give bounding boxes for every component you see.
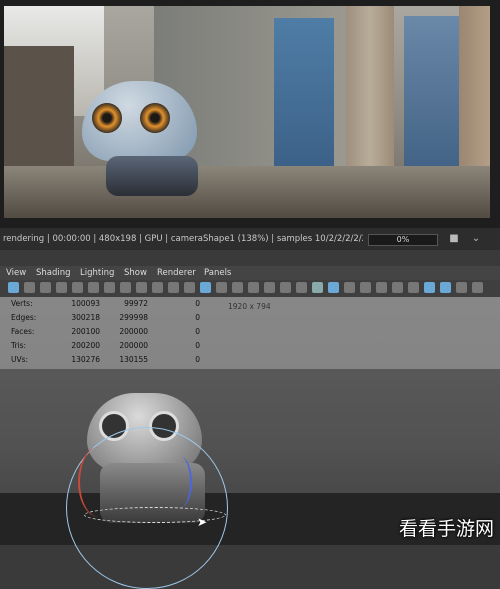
menu-lighting[interactable]: Lighting — [80, 266, 114, 280]
rendered-image — [4, 6, 490, 218]
image-plane-icon[interactable] — [56, 282, 67, 293]
default-material-icon[interactable] — [248, 282, 259, 293]
menu-view[interactable]: View — [6, 266, 26, 280]
hud-value: 130155 — [119, 355, 148, 364]
textures-icon[interactable] — [264, 282, 275, 293]
sphere-icon[interactable] — [344, 282, 355, 293]
render-view — [0, 0, 500, 228]
ambient-occlusion-icon[interactable] — [376, 282, 387, 293]
render-progress-label: 0% — [396, 235, 410, 244]
select-camera-icon[interactable] — [8, 282, 19, 293]
cube-shaded-icon[interactable] — [328, 282, 339, 293]
menu-shading[interactable]: Shading — [36, 266, 71, 280]
xray-joints-icon[interactable] — [440, 282, 451, 293]
robot-body — [106, 156, 198, 196]
resolution-gate-icon[interactable] — [136, 282, 147, 293]
hud-label: Tris: — [11, 341, 27, 350]
menu-renderer[interactable]: Renderer — [157, 266, 196, 280]
safe-title-icon[interactable] — [200, 282, 211, 293]
gate-mask-icon[interactable] — [152, 282, 163, 293]
hud-value: 0 — [195, 299, 200, 308]
hud-value: 299998 — [119, 313, 148, 322]
hud-label: Edges: — [11, 313, 37, 322]
rotate-z-axis-handle[interactable] — [170, 457, 192, 507]
hud-label: Verts: — [11, 299, 33, 308]
safe-action-icon[interactable] — [184, 282, 195, 293]
3d-viewport[interactable]: Verts: 100093 99972 0 Edges: 300218 2999… — [0, 297, 500, 589]
watermark-text: 看看手游网 — [398, 518, 494, 540]
hud-value: 200200 — [71, 341, 100, 350]
xray-icon[interactable] — [360, 282, 371, 293]
hud-value: 0 — [195, 355, 200, 364]
viewport-toolbar — [0, 280, 500, 298]
isolate-select-icon[interactable] — [424, 282, 435, 293]
grid-icon[interactable] — [104, 282, 115, 293]
menu-show[interactable]: Show — [124, 266, 147, 280]
hud-value: 100093 — [71, 299, 100, 308]
resolution-gate-label: 1920 x 794 — [228, 302, 271, 311]
menu-panels[interactable]: Panels — [204, 266, 231, 280]
antialiasing-icon[interactable] — [392, 282, 403, 293]
hud-value: 0 — [195, 341, 200, 350]
lights-icon[interactable] — [280, 282, 291, 293]
hud-value: 300218 — [71, 313, 100, 322]
hud-label: Faces: — [11, 327, 35, 336]
camera-attributes-icon[interactable] — [24, 282, 35, 293]
hud-label: UVs: — [11, 355, 29, 364]
hud-value: 200000 — [119, 341, 148, 350]
overflow-icon[interactable] — [472, 282, 483, 293]
wireframe-icon[interactable] — [216, 282, 227, 293]
smooth-shade-icon[interactable] — [232, 282, 243, 293]
mouse-cursor-icon: ➤ — [197, 515, 208, 529]
rotate-x-axis-handle[interactable] — [78, 447, 120, 517]
poly-count-hud: Verts: 100093 99972 0 Edges: 300218 2999… — [0, 297, 500, 369]
render-progress-bar: 0% — [368, 234, 438, 246]
camera-icon[interactable]: ■ — [448, 233, 460, 245]
shadows-icon[interactable] — [296, 282, 307, 293]
chevron-down-icon[interactable]: ⌄ — [470, 233, 482, 245]
bookmarks-icon[interactable] — [40, 282, 51, 293]
2d-pan-zoom-icon[interactable] — [72, 282, 83, 293]
hud-icon[interactable] — [456, 282, 467, 293]
film-gate-icon[interactable] — [120, 282, 131, 293]
render-status-text: rendering | 00:00:00 | 480x198 | GPU | c… — [3, 234, 363, 244]
grease-pencil-icon[interactable] — [88, 282, 99, 293]
hud-value: 0 — [195, 313, 200, 322]
hud-value: 130276 — [71, 355, 100, 364]
hud-value: 0 — [195, 327, 200, 336]
viewport-menubar: View Shading Lighting Show Renderer Pane… — [0, 266, 500, 280]
depth-of-field-icon[interactable] — [408, 282, 419, 293]
render-status-bar: rendering | 00:00:00 | 480x198 | GPU | c… — [0, 228, 500, 250]
cube-icon[interactable] — [312, 282, 323, 293]
hud-value: 99972 — [124, 299, 148, 308]
field-chart-icon[interactable] — [168, 282, 179, 293]
hud-value: 200000 — [119, 327, 148, 336]
hud-value: 200100 — [71, 327, 100, 336]
